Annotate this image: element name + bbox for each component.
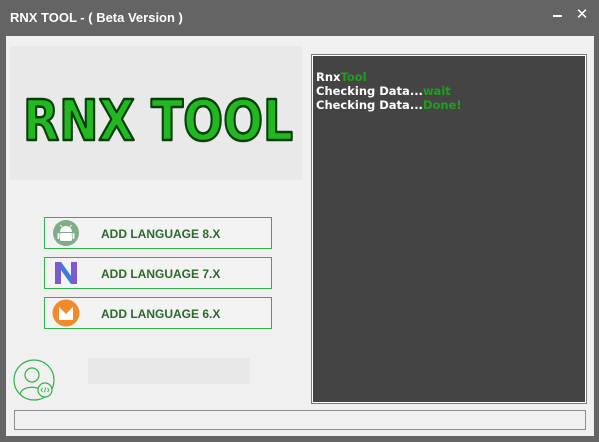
developer-avatar-icon [12,358,56,402]
add-language-7x-label: ADD LANGUAGE 7.X [101,267,221,281]
add-language-8x-label: ADD LANGUAGE 8.X [101,227,221,241]
status-bar [14,410,586,430]
rnx-tool-logo: RNX TOOL [22,88,295,154]
add-language-7x-button[interactable]: ADD LANGUAGE 7.X [44,257,272,289]
close-button[interactable]: ✕ [575,7,589,23]
title-bar[interactable]: RNX TOOL - ( Beta Version ) ✕ [0,0,599,34]
main-panel: RNX TOOL ADD LANGUAGE 8.X ADD LANGUAGE 7… [6,36,594,436]
log-line: Checking Data...Done! [316,98,462,112]
add-language-6x-button[interactable]: ADD LANGUAGE 6.X [44,297,272,329]
hidden-field [88,358,250,384]
window-title: RNX TOOL - ( Beta Version ) [10,10,183,25]
log-console: RnxTool Checking Data...wait Checking Da… [311,54,587,404]
add-language-8x-button[interactable]: ADD LANGUAGE 8.X [44,217,272,249]
minimize-button[interactable] [551,6,565,24]
logo-text: RNX TOOL [23,89,293,154]
android-nougat-icon [51,259,81,287]
log-line: RnxTool [316,70,367,84]
android-marshmallow-icon [51,299,81,327]
log-line: Checking Data...wait [316,84,451,98]
logo-panel: RNX TOOL [10,46,302,180]
app-window: RNX TOOL - ( Beta Version ) ✕ RNX TOOL A… [0,0,599,442]
android-oreo-icon [51,219,81,247]
add-language-6x-label: ADD LANGUAGE 6.X [101,307,221,321]
